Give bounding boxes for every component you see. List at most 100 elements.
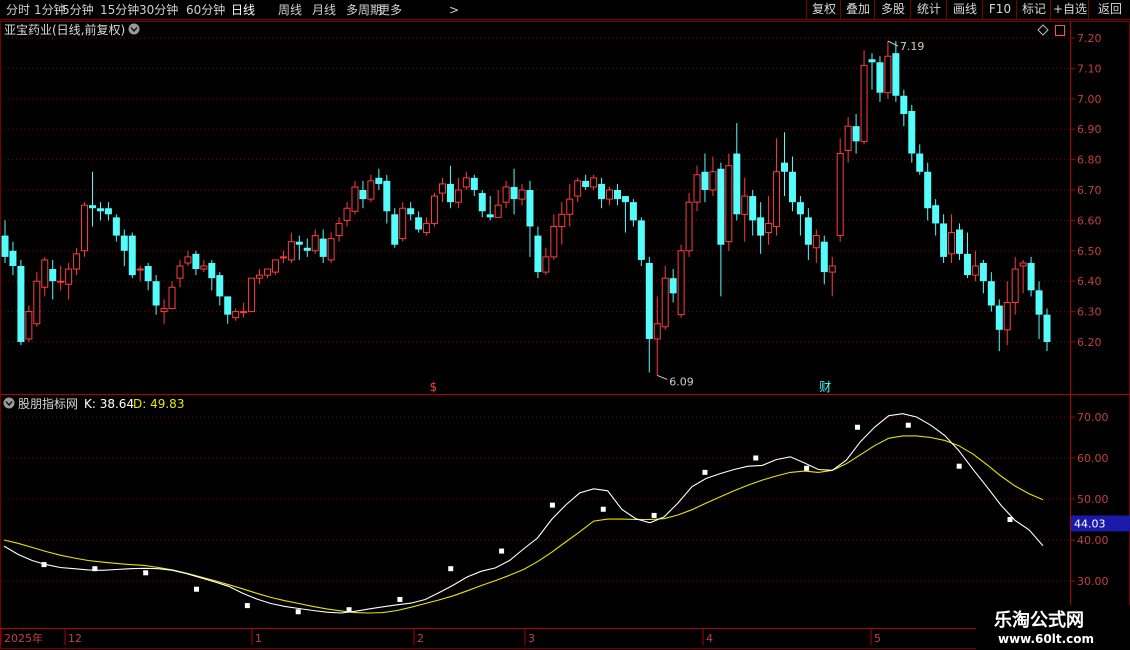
candle-body bbox=[104, 208, 112, 215]
candle-body bbox=[25, 311, 33, 340]
price-tick-label: 7.10 bbox=[1077, 62, 1102, 75]
candle-body bbox=[598, 183, 606, 200]
time-label-6: 5 bbox=[874, 632, 881, 645]
candle-body bbox=[590, 177, 598, 188]
candle-body bbox=[661, 277, 669, 328]
candle-body bbox=[852, 126, 860, 142]
candle-body bbox=[263, 268, 271, 276]
candle-body bbox=[502, 186, 510, 203]
candle-body bbox=[438, 183, 446, 194]
candle-body bbox=[41, 259, 49, 288]
candle-body bbox=[399, 207, 407, 240]
candle-body bbox=[558, 213, 566, 227]
candle-body bbox=[73, 253, 81, 270]
candle-body bbox=[1, 235, 9, 257]
candle-body bbox=[804, 217, 812, 245]
candle-body bbox=[176, 265, 184, 279]
candle-body bbox=[613, 190, 621, 200]
candle-body bbox=[49, 269, 57, 282]
candle-body bbox=[57, 280, 65, 283]
candle-body bbox=[709, 171, 717, 191]
indicator-marker bbox=[753, 455, 759, 461]
watermark-url: www.60lt.com bbox=[998, 632, 1094, 646]
candle-body bbox=[367, 180, 375, 200]
candle-body bbox=[431, 195, 439, 224]
indicator-tick-label: 40.00 bbox=[1077, 534, 1109, 547]
candle-body bbox=[1011, 268, 1019, 303]
candle-body bbox=[295, 241, 303, 245]
candle-body bbox=[971, 265, 979, 276]
candle-body bbox=[542, 256, 550, 273]
price-tick-label: 6.70 bbox=[1077, 184, 1102, 197]
candle-body bbox=[550, 225, 558, 258]
indicator-dropdown-icon bbox=[3, 397, 15, 409]
indicator-marker bbox=[346, 607, 352, 613]
candle-body bbox=[351, 186, 359, 212]
d-value-label: D: 49.83 bbox=[133, 397, 184, 411]
candle-body bbox=[1003, 301, 1011, 331]
indicator-marker bbox=[905, 422, 911, 428]
candle-body bbox=[765, 222, 773, 234]
candle-body bbox=[749, 196, 757, 221]
candle-body bbox=[240, 311, 248, 314]
low-marker-arrow bbox=[657, 374, 668, 380]
candle-body bbox=[415, 217, 423, 230]
candle-body bbox=[979, 262, 987, 282]
candle-body bbox=[788, 171, 796, 203]
candle-body bbox=[1035, 290, 1043, 315]
candle-body bbox=[701, 171, 709, 190]
candle-body bbox=[160, 308, 168, 313]
indicator-tick-label: 60.00 bbox=[1077, 452, 1109, 465]
candle-body bbox=[796, 202, 804, 215]
candle-body bbox=[685, 201, 693, 252]
candle-body bbox=[900, 95, 908, 114]
candle-body bbox=[995, 305, 1003, 330]
indicator-marker bbox=[41, 562, 47, 568]
candle-body bbox=[311, 235, 319, 252]
indicator-marker bbox=[194, 586, 200, 592]
indicator-marker bbox=[92, 566, 98, 572]
candle-body bbox=[637, 220, 645, 260]
candle-body bbox=[478, 193, 486, 212]
candle-body bbox=[932, 205, 940, 224]
time-label-3: 2 bbox=[417, 632, 424, 645]
indicator-marker bbox=[651, 512, 657, 518]
candle-body bbox=[629, 202, 637, 221]
outer-frame bbox=[0, 21, 1130, 649]
indicator-marker bbox=[397, 596, 403, 602]
candle-body bbox=[256, 274, 264, 279]
time-label-4: 3 bbox=[528, 632, 535, 645]
candle-body bbox=[773, 171, 781, 227]
candle-body bbox=[494, 204, 502, 218]
candle-body bbox=[757, 217, 765, 236]
cursor-value-label: 44.03 bbox=[1074, 517, 1106, 530]
high-marker-arrow bbox=[887, 40, 899, 47]
candle-body bbox=[582, 180, 590, 187]
candle-body bbox=[359, 190, 367, 200]
time-label-1: 12 bbox=[68, 632, 82, 645]
candle-body bbox=[152, 281, 160, 306]
candle-body bbox=[192, 253, 200, 270]
indicator-marker bbox=[600, 506, 606, 512]
candle-body bbox=[1019, 262, 1027, 267]
candle-body bbox=[940, 223, 948, 257]
candle-body bbox=[470, 177, 478, 190]
candle-body bbox=[876, 62, 884, 93]
panel-box-icon bbox=[1055, 25, 1065, 36]
candle-body bbox=[17, 266, 25, 342]
candle-body bbox=[335, 222, 343, 237]
candle-body bbox=[820, 241, 828, 273]
candle-body bbox=[279, 256, 287, 259]
candle-body bbox=[407, 208, 415, 215]
candle-body bbox=[534, 235, 542, 273]
candle-body bbox=[948, 232, 956, 255]
candle-body bbox=[319, 238, 327, 257]
candle-body bbox=[208, 262, 216, 279]
candle-body bbox=[462, 177, 470, 188]
candle-body bbox=[1043, 314, 1051, 342]
candle-body bbox=[892, 53, 900, 96]
candle-body bbox=[65, 268, 73, 285]
candle-body bbox=[1027, 262, 1035, 291]
candle-body bbox=[518, 189, 526, 200]
candle-body bbox=[224, 296, 232, 315]
